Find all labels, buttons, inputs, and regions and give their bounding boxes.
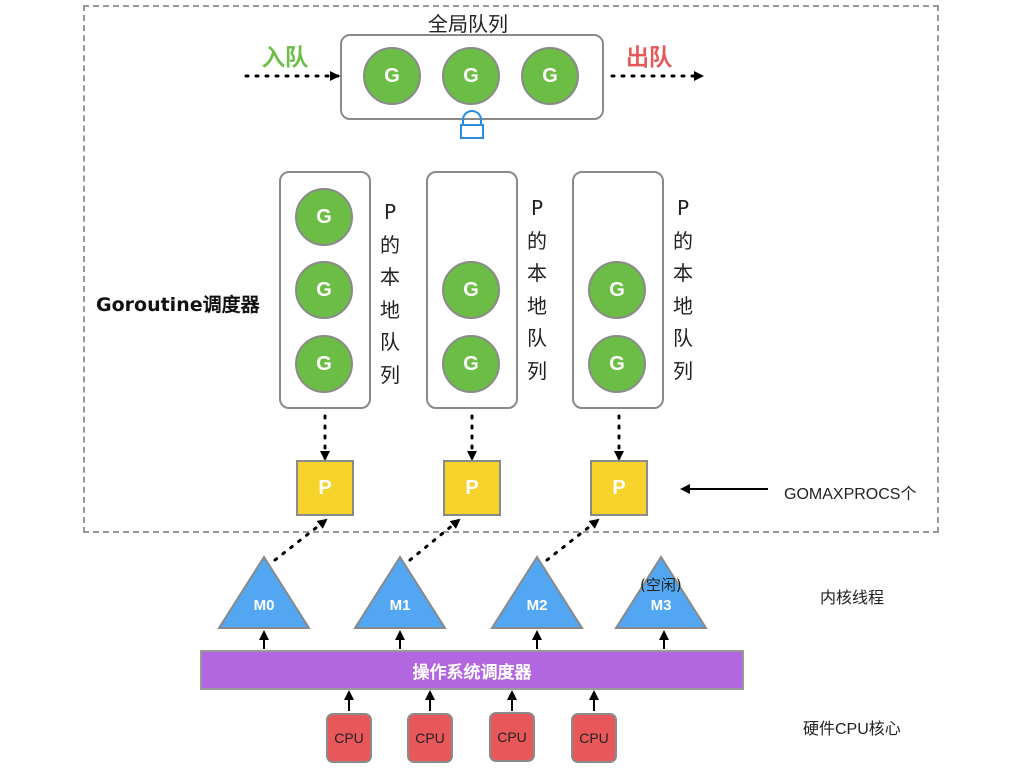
thread-m2-triangle [490, 555, 584, 629]
os-scheduler-bar: 操作系统调度器 [200, 650, 744, 690]
global-goroutine: G [363, 47, 421, 105]
thread-idle-note: (空闲) [640, 576, 682, 594]
lock-icon [460, 110, 484, 139]
thread-m1-triangle [353, 555, 447, 629]
thread-label: M0 [253, 597, 275, 614]
cpu-core: CPU [407, 713, 453, 763]
local-queue-label: P的本地队列 [380, 200, 400, 387]
local-goroutine: G [588, 335, 646, 393]
local-queue-label: P的本地队列 [527, 196, 547, 383]
local-goroutine: G [442, 261, 500, 319]
local-goroutine: G [295, 261, 353, 319]
global-queue-title: 全局队列 [428, 12, 508, 36]
local-goroutine: G [588, 261, 646, 319]
dequeue-label: 出队 [626, 45, 672, 71]
local-goroutine: G [442, 335, 500, 393]
thread-label: M1 [389, 597, 411, 614]
thread-label: M2 [526, 597, 548, 614]
thread-m0-triangle [217, 555, 311, 629]
global-goroutine: G [442, 47, 500, 105]
gomaxprocs-label: GOMAXPROCS个 [784, 486, 917, 503]
cpu-core: CPU [326, 713, 372, 763]
local-goroutine: G [295, 188, 353, 246]
global-goroutine: G [521, 47, 579, 105]
kernel-thread-row-label: 内核线程 [820, 590, 885, 607]
m-to-p-arrow [408, 518, 461, 562]
cpu-core: CPU [489, 712, 535, 762]
enqueue-label: 入队 [262, 45, 308, 71]
thread-label: M3 [650, 597, 672, 614]
processor-box: P [443, 460, 501, 516]
local-queue-label: P的本地队列 [673, 196, 693, 383]
processor-box: P [590, 460, 648, 516]
m-to-p-arrow [545, 518, 600, 562]
cpu-core: CPU [571, 713, 617, 763]
local-goroutine: G [295, 335, 353, 393]
processor-box: P [296, 460, 354, 516]
cpu-row-label: 硬件CPU核心 [803, 721, 901, 738]
m-to-p-arrow [273, 518, 328, 562]
goroutine-scheduler-label: Goroutine调度器 [96, 294, 260, 316]
